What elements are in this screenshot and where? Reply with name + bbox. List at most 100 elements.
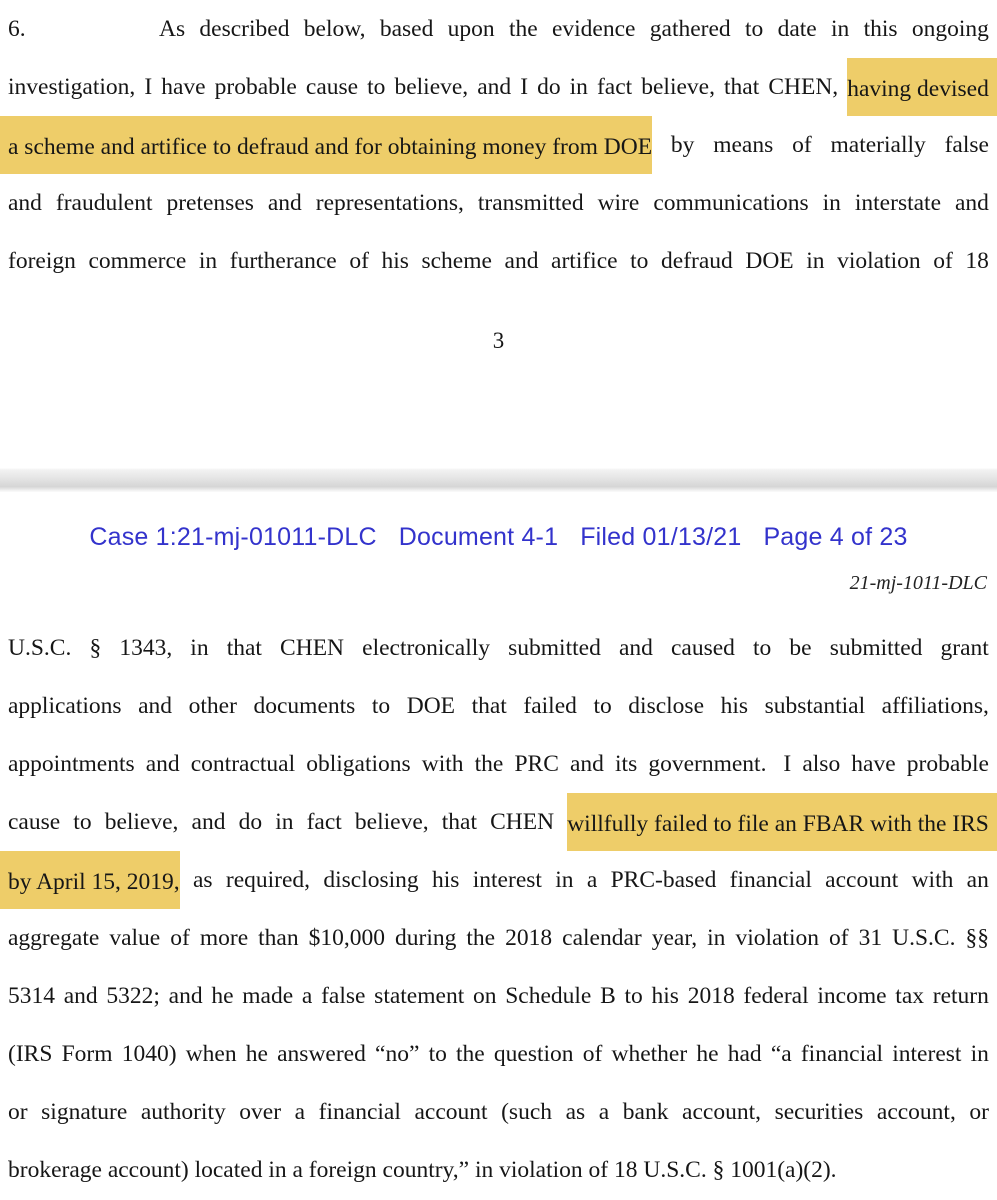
word: believe, [641,74,715,100]
word: do [537,74,561,100]
word: answered [277,1041,366,1067]
paragraph-line: foreign commerce in furtherance of his s… [8,232,989,290]
word: and [8,190,42,216]
case-caption-number: 21-mj-1011-DLC [849,572,987,594]
word: aggregate [8,925,100,951]
page-number-footer: 3 [492,328,505,353]
word: “no” [375,1041,420,1067]
word: had [727,1041,762,1067]
word: 31 [858,925,883,951]
word: 5314 [8,983,55,1009]
word: affiliations, [881,693,989,719]
word: as [565,1099,586,1125]
page-body: U.S.C. § 1343, in that CHEN electronical… [0,619,997,1199]
word: an [966,867,989,893]
word: (such [501,1099,553,1125]
word: a [586,867,598,893]
word: to [744,16,764,42]
word: in [806,248,825,274]
word: to [371,693,391,719]
word: false [321,983,366,1009]
highlighted-text: having devised [847,58,997,116]
word: to [593,693,612,719]
word: by [670,132,695,158]
word: violation [837,248,921,274]
word: do [238,809,263,835]
ecf-document-number[interactable]: Document 4-1 [399,523,558,551]
word: to [73,809,92,835]
word: disclosing [323,867,419,893]
word: pretenses [166,190,254,216]
word: signature [41,1099,128,1125]
word: in [190,635,209,661]
word: that [724,74,760,100]
word: 2018 [687,983,735,1009]
word: described [199,16,290,42]
word: to [624,983,643,1009]
word: account, [682,1099,761,1125]
paragraph-number: 6. [8,16,26,42]
word: documents [253,693,356,719]
word: cause [305,74,359,100]
ecf-filed-date[interactable]: Filed 01/13/21 [580,523,741,551]
word: and [138,693,173,719]
word: to [753,635,772,661]
word: statement [374,983,465,1009]
word: and [267,190,302,216]
word: of [582,1041,603,1067]
word: believe, [104,809,179,835]
word: (IRS [8,1041,53,1067]
word: § [89,635,102,661]
paragraph-line: aggregate value of more than $10,000 dur… [8,909,989,967]
ecf-page-indicator[interactable]: Page 4 of 23 [763,523,907,551]
paragraph-line: applications and other documents to DOE … [8,677,989,735]
word: of [829,925,849,951]
word: a [598,1099,610,1125]
word: financial [318,1099,401,1125]
word: submitted [508,635,601,661]
word: furtherance [229,248,337,274]
word: cause [8,809,61,835]
word: in [569,74,588,100]
word: to [428,1041,447,1067]
word: CHEN [490,809,555,835]
word: return [932,983,989,1009]
word: 1040) [121,1041,177,1067]
word: or [8,1099,28,1125]
word: that [226,635,262,661]
ecf-case-number[interactable]: Case 1:21-mj-01011-DLC [89,523,376,551]
word: Form [61,1041,113,1067]
ecf-stamp-header[interactable]: Case 1:21-mj-01011-DLC Document 4-1 Filed … [8,492,989,552]
word: $10,000 [308,925,386,951]
word: other [188,693,237,719]
word: and [63,983,98,1009]
word: his [651,983,679,1009]
word: appointments [8,751,135,777]
paragraph-line: and fraudulent pretenses and representat… [8,174,989,232]
word: interest [472,867,542,893]
word: he [245,1041,268,1067]
word: financial [800,1041,884,1067]
word: PRC-based [610,867,717,893]
page-separator [0,468,997,492]
word: this [863,16,898,42]
word: a [301,983,313,1009]
word: of [933,248,953,274]
highlighted-text: by April 15, 2019, [0,851,180,909]
word: made [242,983,294,1009]
word: the [456,1041,485,1067]
word: federal [743,983,809,1009]
paragraph-first-line: 6. As described below, based upon the evi… [8,0,989,58]
word: applications [8,693,122,719]
document-page-4: Case 1:21-mj-01011-DLC Document 4-1 Filed … [0,492,997,1200]
word: believe, [394,74,469,100]
word: materially [830,132,926,158]
word: substantial [764,693,866,719]
word: caused [670,635,735,661]
word: probable [906,751,989,777]
highlighted-text: willfully failed to file an FBAR with th… [567,793,997,851]
word: and [145,751,180,777]
paragraph-line: (IRS Form 1040) when he answered “no” to… [8,1025,989,1083]
word: value [109,925,161,951]
word: whether [611,1041,688,1067]
